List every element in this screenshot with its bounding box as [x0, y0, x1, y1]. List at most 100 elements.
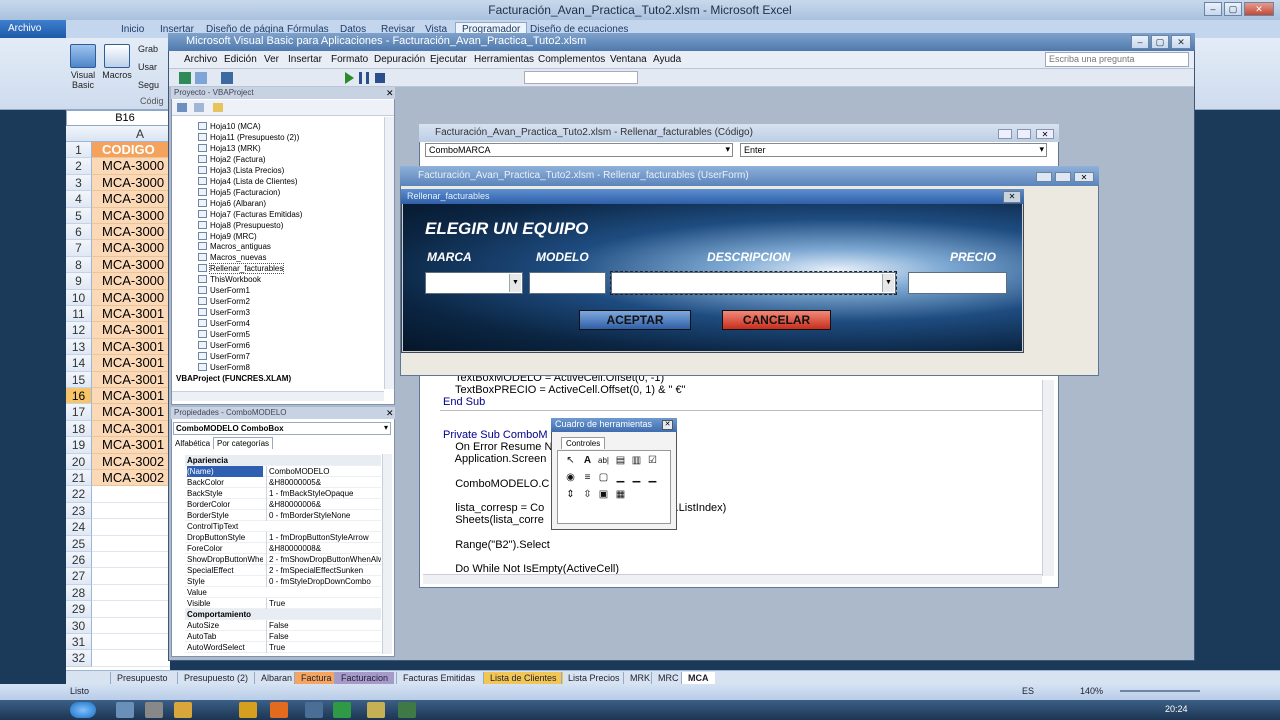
tree-item[interactable]: Hoja10 (MCA)	[198, 121, 261, 132]
property-row[interactable]: AutoSize False	[185, 620, 381, 631]
project-scrollbar[interactable]	[384, 117, 394, 389]
tree-item[interactable]: ThisWorkbook	[198, 274, 261, 285]
row-header[interactable]: 6	[66, 224, 92, 241]
row-header[interactable]: 25	[66, 535, 92, 552]
menu-item[interactable]: Ventana	[610, 54, 647, 65]
menu-item[interactable]: Ejecutar	[430, 54, 467, 65]
row-header[interactable]: 11	[66, 306, 92, 323]
notes-icon[interactable]	[367, 702, 385, 718]
property-category[interactable]: Apariencia	[185, 455, 381, 466]
property-value[interactable]: &H80000006&	[266, 499, 381, 510]
app-icon[interactable]	[305, 702, 323, 718]
textbox-tool-icon[interactable]: ab|	[597, 455, 610, 467]
tree-item[interactable]: Hoja3 (Lista Precios)	[198, 165, 284, 176]
code-line[interactable]: Private Sub ComboM	[443, 429, 548, 442]
empty-cell[interactable]	[92, 650, 170, 667]
header-cell[interactable]: CODIGO	[92, 142, 170, 159]
excel-view-icon[interactable]	[179, 72, 191, 84]
row-header[interactable]: 1	[66, 142, 92, 159]
help-search-input[interactable]: Escriba una pregunta	[1045, 52, 1189, 67]
combo-descripcion[interactable]: ▼	[610, 271, 897, 295]
tree-item[interactable]: UserForm8	[198, 362, 250, 373]
row-header[interactable]: 26	[66, 552, 92, 569]
pointer-icon[interactable]: ↖	[564, 455, 577, 467]
property-row[interactable]: BorderColor &H80000006&	[185, 499, 381, 510]
table-cell[interactable]: MCA-3001	[92, 322, 170, 339]
label-tool-icon[interactable]: A	[581, 455, 594, 467]
run-icon[interactable]	[345, 72, 354, 84]
tab-controles[interactable]: Controles	[561, 437, 606, 449]
table-cell[interactable]: MCA-3001	[92, 338, 170, 356]
uf-maximize-icon[interactable]	[1055, 172, 1071, 182]
property-row[interactable]: BorderStyle 0 - fmBorderStyleNone	[185, 510, 381, 521]
files-icon[interactable]	[174, 702, 192, 718]
tree-item[interactable]: UserForm1	[198, 285, 250, 296]
property-row[interactable]: ShowDropButtonWhen 2 - fmShowDropButtonWh…	[185, 554, 381, 565]
macros-button[interactable]: Macros	[101, 44, 133, 80]
sheet-tab[interactable]: Lista Precios	[561, 672, 626, 684]
close-icon[interactable]: ✕	[1244, 2, 1274, 16]
sheet-tab[interactable]: Facturas Emitidas	[396, 672, 481, 684]
code-scrollbar[interactable]	[1042, 380, 1054, 576]
property-value[interactable]: True	[266, 642, 381, 653]
object-selector[interactable]: ComboMODELO ComboBox ▾	[173, 422, 391, 435]
table-cell[interactable]: MCA-3001	[92, 355, 170, 372]
property-value[interactable]: 1 - fmBackStyleOpaque	[266, 488, 381, 499]
tree-item[interactable]: Hoja2 (Factura)	[198, 154, 266, 165]
row-header[interactable]: 4	[66, 191, 92, 208]
save-icon[interactable]	[221, 72, 233, 84]
checkbox-tool-icon[interactable]: ☑	[646, 455, 659, 467]
object-combo[interactable]: ComboMARCA ▾	[425, 143, 733, 157]
menu-item[interactable]: Ayuda	[653, 54, 681, 65]
tree-item[interactable]: Hoja9 (MRC)	[198, 231, 257, 242]
table-cell[interactable]: MCA-3000	[92, 256, 170, 274]
empty-cell[interactable]	[92, 502, 170, 520]
seguridad-macros-button[interactable]: Segu	[138, 80, 159, 90]
code-minimize-icon[interactable]	[998, 129, 1012, 139]
row-header[interactable]: 24	[66, 519, 92, 536]
code-line[interactable]: Range("B2").Select	[443, 539, 550, 552]
property-value[interactable]: False	[266, 631, 381, 642]
firefox-icon[interactable]	[270, 702, 288, 718]
row-header[interactable]: 18	[66, 420, 92, 438]
grabar-macro-button[interactable]: Grab	[138, 44, 158, 54]
table-cell[interactable]: MCA-3000	[92, 240, 170, 257]
menu-item[interactable]: Complementos	[538, 54, 605, 65]
empty-cell[interactable]	[92, 634, 170, 651]
row-header[interactable]: 28	[66, 584, 92, 602]
property-row[interactable]: BackStyle 1 - fmBackStyleOpaque	[185, 488, 381, 499]
project-close-icon[interactable]: ✕	[386, 88, 394, 99]
insert-icon[interactable]	[195, 72, 207, 84]
multipage-tool-icon[interactable]: ▁	[646, 472, 659, 484]
menu-item[interactable]: Formato	[331, 54, 368, 65]
tree-root[interactable]: VBAProject (FUNCRES.XLAM)	[176, 373, 291, 384]
start-icon[interactable]	[70, 702, 96, 718]
frame-tool-icon[interactable]: ▢	[597, 472, 610, 484]
property-row[interactable]: Value	[185, 587, 381, 598]
media-icon[interactable]	[239, 702, 257, 718]
stop-icon[interactable]	[375, 73, 385, 83]
property-row[interactable]: ControlTipText	[185, 521, 381, 532]
cancel-button[interactable]: CANCELAR	[722, 310, 831, 330]
toolbox-close-icon[interactable]: ✕	[662, 420, 673, 430]
form-close-icon[interactable]: ✕	[1003, 191, 1021, 203]
uf-minimize-icon[interactable]	[1036, 172, 1052, 182]
tree-item[interactable]: Hoja7 (Facturas Emitidas)	[198, 209, 302, 220]
code-close-icon[interactable]: ✕	[1036, 129, 1054, 139]
zoom-slider[interactable]	[1120, 690, 1200, 692]
row-header[interactable]: 13	[66, 338, 92, 356]
empty-cell[interactable]	[92, 601, 170, 618]
code-hscrollbar[interactable]	[423, 574, 1042, 584]
property-value[interactable]: &H80000008&	[266, 543, 381, 554]
row-header[interactable]: 22	[66, 486, 92, 503]
minimize-icon[interactable]: –	[1204, 2, 1222, 16]
row-header[interactable]: 30	[66, 617, 92, 634]
vba-minimize-icon[interactable]: –	[1131, 35, 1149, 49]
code-line[interactable]: Application.Screen	[443, 453, 547, 466]
accept-button[interactable]: ACEPTAR	[579, 310, 691, 330]
tab-alfabetica[interactable]: Alfabética	[175, 439, 210, 448]
sheet-tab[interactable]: Albaran	[254, 672, 298, 684]
code-line[interactable]: TextBoxPRECIO = ActiveCell.Offset(0, 1) …	[443, 384, 685, 397]
property-value[interactable]: 1 - fmDropButtonStyleArrow	[266, 532, 381, 543]
spin-tool-icon[interactable]: ⇳	[581, 489, 594, 501]
